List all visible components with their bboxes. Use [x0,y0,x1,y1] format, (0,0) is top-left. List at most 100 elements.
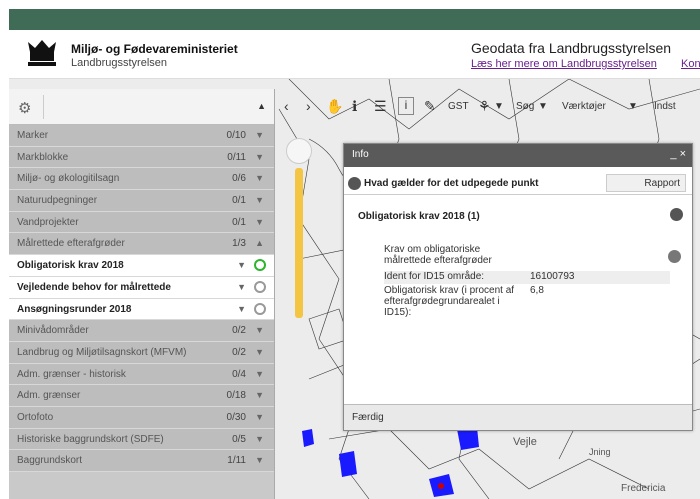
section-title[interactable]: Obligatorisk krav 2018 (1) [358,211,480,222]
layer-hidden-icon[interactable] [254,302,266,315]
layer-panel-header: ⚙ ▲ [9,89,274,125]
info-icon[interactable]: i [398,97,414,115]
chevron-down-icon[interactable]: ▼ [255,434,264,444]
layer-name: Adm. grænser - historisk [17,368,126,380]
layer-name: Obligatorisk krav 2018 [17,260,124,272]
layer-row[interactable]: Adm. grænser 0/18 ▼ [9,385,274,407]
chevron-down-icon[interactable]: ▼ [237,282,246,292]
eraser-icon[interactable]: ✎ [424,98,436,115]
layer-row[interactable]: Målrettede efterafgrøder 1/3 ▲ [9,233,274,256]
collapse-panel-icon[interactable]: ▲ [257,101,266,111]
zoom-slider[interactable] [286,138,312,318]
globe-icon[interactable] [668,250,681,263]
layer-row-active[interactable]: Vejledende behov for målrettede ▼ [9,276,274,299]
chevron-down-icon[interactable]: ▼ [255,325,264,335]
layer-row[interactable]: Adm. grænser - historisk 0/4 ▼ [9,363,274,386]
layer-panel: ⚙ ▲ Marker 0/10 ▼ Markblokke 0/11 ▼ Milj… [9,89,275,499]
chevron-down-icon[interactable]: ▼ [237,260,246,270]
list-icon[interactable]: ☰ [374,98,387,115]
globe-icon[interactable] [670,208,683,221]
chevron-down-icon[interactable]: ▼ [255,173,264,183]
close-icon[interactable]: _ × [670,148,686,160]
chevron-left-icon[interactable]: ‹ [284,98,289,114]
layer-name: Ansøgningsrunder 2018 [17,303,132,315]
info-question: Hvad gælder for det udpegede punkt [364,178,539,189]
layer-row[interactable]: Ortofoto 0/30 ▼ [9,406,274,429]
layer-name: Adm. grænser [17,390,81,402]
info-panel-titlebar: Info _ × [344,144,692,167]
layer-count: 0/10 [226,130,246,141]
tools-button[interactable]: Værktøjer [562,101,606,112]
status-text: Færdig [352,412,384,423]
layer-visible-icon[interactable] [254,259,266,272]
layer-row[interactable]: Landbrug og Miljøtilsagnskort (MFVM) 0/2… [9,341,274,364]
page-title: Geodata fra Landbrugsstyrelsen [471,40,672,56]
svg-text:Vejle: Vejle [513,436,537,448]
map-toolbar: ‹ › ✋ ℹ ☰ i ✎ GST ⚘ ▼ Søg ▼ Værktøjer ▼ … [284,96,700,120]
chevron-down-icon[interactable]: ▼ [255,130,264,140]
gear-icon[interactable]: ⚙ [18,99,31,117]
layer-row[interactable]: Miljø- og økologitilsagn 0/6 ▼ [9,168,274,191]
layer-row[interactable]: Minivådområder 0/2 ▼ [9,320,274,342]
chevron-down-icon[interactable]: ▼ [494,101,504,112]
row-key: Ident for ID15 område: [384,271,485,282]
gst-button[interactable]: GST [448,101,469,112]
chevron-down-icon[interactable]: ▼ [255,347,264,357]
chevron-up-icon[interactable]: ▲ [255,238,264,248]
chevron-down-icon[interactable]: ▼ [237,304,246,314]
chevron-right-icon[interactable]: › [306,98,311,114]
layer-row-active[interactable]: Obligatorisk krav 2018 ▼ [9,255,274,277]
layer-name: Minivådområder [17,325,89,337]
layer-name: Landbrug og Miljøtilsagnskort (MFVM) [17,346,187,358]
about-link[interactable]: Læs her mere om Landbrugsstyrelsen [471,58,657,70]
svg-text:Jning: Jning [589,447,611,457]
chevron-down-icon[interactable]: ▼ [255,455,264,465]
layer-name: Historiske baggrundskort (SDFE) [17,433,164,445]
layer-row[interactable]: Markblokke 0/11 ▼ [9,146,274,169]
crown-logo-icon [24,38,60,68]
chevron-down-icon[interactable]: ▼ [538,101,548,112]
ministry-name: Miljø- og Fødevareministeriet [71,42,238,56]
layer-row[interactable]: Baggrundskort 1/11 ▼ [9,450,274,472]
layer-count: 0/2 [232,325,246,337]
layer-row-active[interactable]: Ansøgningsrunder 2018 ▼ [9,298,274,321]
svg-text:Fredericia: Fredericia [621,483,666,494]
layer-count: 0/6 [232,173,246,185]
report-button[interactable]: Rapport [606,174,686,192]
layer-name: Ortofoto [17,411,54,423]
header-divider [43,95,44,119]
search-button[interactable]: Søg [516,101,534,112]
row-value: 6,8 [530,285,544,296]
layer-name: Vandprojekter [17,216,79,228]
report-label: Rapport [644,178,680,189]
layer-row[interactable]: Historiske baggrundskort (SDFE) 0/5 ▼ [9,428,274,451]
top-bar [0,0,700,30]
layer-count: 0/11 [227,151,246,163]
chevron-down-icon[interactable]: ▼ [255,369,264,379]
row-key: Obligatorisk krav (i procent af efterafg… [384,285,515,318]
layer-count: 0/2 [232,346,246,358]
pan-hand-icon[interactable]: ✋ [326,98,343,115]
contact-link[interactable]: Kon [681,58,700,70]
zoom-track[interactable] [295,168,303,318]
chevron-down-icon[interactable]: ▼ [255,195,264,205]
pan-control-icon[interactable] [286,138,312,164]
identify-icon[interactable]: ℹ [352,98,357,115]
agency-name: Landbrugsstyrelsen [71,57,168,69]
layer-count: 0/1 [232,195,246,207]
chevron-down-icon[interactable]: ▼ [628,101,638,112]
chevron-down-icon[interactable]: ▼ [255,390,264,400]
chevron-down-icon[interactable]: ▼ [255,152,264,162]
layer-row[interactable]: Vandprojekter 0/1 ▼ [9,211,274,234]
layer-row[interactable]: Naturudpegninger 0/1 ▼ [9,190,274,212]
settings-button[interactable]: Indst [654,101,676,112]
chevron-down-icon[interactable]: ▼ [255,217,264,227]
layer-row[interactable]: Marker 0/10 ▼ [9,125,274,147]
layer-hidden-icon[interactable] [254,280,266,293]
layer-name: Marker [17,130,49,141]
chevron-down-icon[interactable]: ▼ [255,412,264,422]
layers-icon[interactable]: ⚘ [478,98,491,115]
layer-name: Markblokke [17,151,69,163]
layer-name: Vejledende behov for målrettede [17,281,171,293]
layer-count: 0/18 [226,390,246,402]
